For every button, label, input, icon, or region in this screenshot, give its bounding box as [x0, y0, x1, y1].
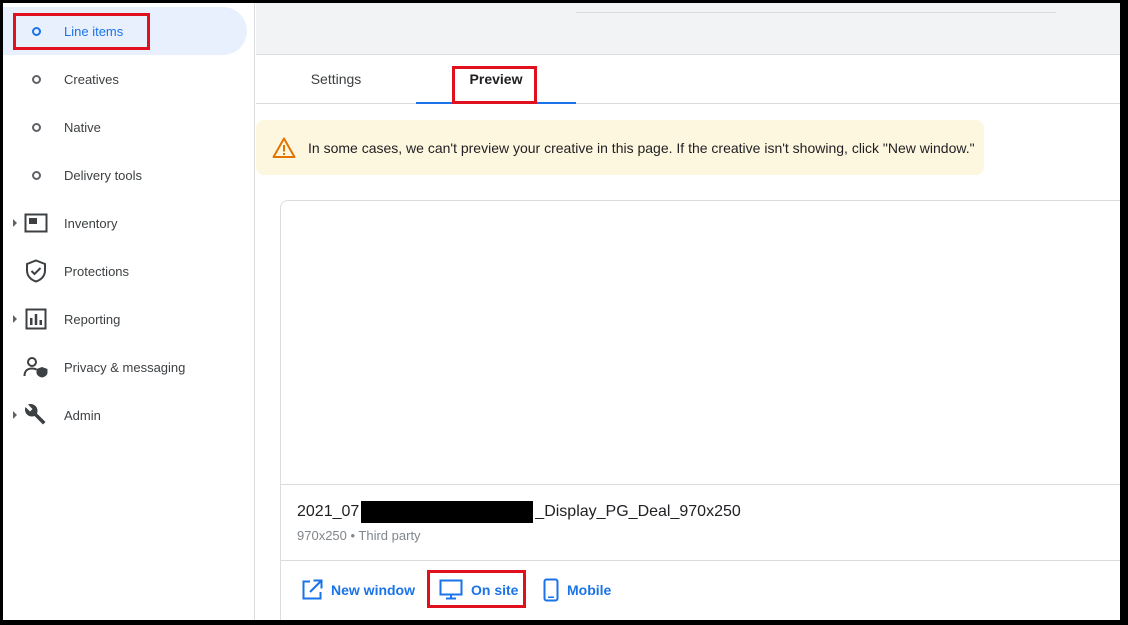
- on-site-label: On site: [471, 582, 519, 598]
- creative-name-suffix: _Display_PG_Deal_970x250: [535, 503, 741, 521]
- creative-name-prefix: 2021_07: [297, 503, 360, 521]
- sidebar-item-label: Creatives: [64, 71, 119, 87]
- new-window-button[interactable]: New window: [301, 572, 415, 608]
- wrench-icon: [23, 402, 49, 428]
- sidebar: Line items Creatives Native Delivery too…: [3, 3, 255, 620]
- circle-icon: [23, 18, 49, 44]
- sidebar-item-protections[interactable]: Protections: [3, 247, 247, 295]
- warning-icon: [272, 136, 296, 160]
- caret-right-icon[interactable]: [13, 411, 17, 419]
- sidebar-item-label: Admin: [64, 407, 101, 423]
- mobile-button[interactable]: Mobile: [543, 572, 611, 608]
- top-bar: [256, 3, 1120, 55]
- sidebar-item-label: Line items: [64, 23, 124, 39]
- tab-settings[interactable]: Settings: [256, 55, 416, 103]
- divider: [281, 560, 1120, 561]
- sidebar-item-delivery-tools[interactable]: Delivery tools: [3, 151, 247, 199]
- warning-text: In some cases, we can't preview your cre…: [308, 139, 975, 156]
- creative-name: 2021_07 _Display_PG_Deal_970x250: [297, 501, 741, 523]
- sidebar-item-label: Reporting: [64, 311, 121, 327]
- mobile-label: Mobile: [567, 582, 612, 598]
- creative-preview-card: 2021_07 _Display_PG_Deal_970x250 970x250 …: [280, 200, 1120, 620]
- app-frame: Line items Creatives Native Delivery too…: [3, 3, 1120, 620]
- sidebar-item-inventory[interactable]: Inventory: [3, 199, 247, 247]
- creative-meta: 970x250 • Third party: [297, 528, 421, 543]
- sidebar-item-label: Protections: [64, 263, 130, 279]
- person-shield-icon: [23, 354, 49, 380]
- caret-right-icon[interactable]: [13, 315, 17, 323]
- circle-icon: [23, 162, 49, 188]
- inventory-icon: [23, 210, 49, 236]
- redaction-bar: [361, 501, 534, 523]
- sidebar-item-privacy-messaging[interactable]: Privacy & messaging: [3, 343, 247, 391]
- shield-icon: [23, 258, 49, 284]
- circle-icon: [23, 114, 49, 140]
- tab-preview[interactable]: Preview: [416, 55, 576, 104]
- reporting-icon: [23, 306, 49, 332]
- sidebar-item-creatives[interactable]: Creatives: [3, 55, 247, 103]
- sidebar-item-label: Privacy & messaging: [64, 359, 186, 375]
- new-window-label: New window: [331, 582, 415, 598]
- sidebar-item-native[interactable]: Native: [3, 103, 247, 151]
- divider: [576, 12, 1056, 13]
- desktop-icon: [439, 579, 463, 600]
- sidebar-item-admin[interactable]: Admin: [3, 391, 247, 439]
- sidebar-item-label: Inventory: [64, 215, 118, 231]
- sidebar-item-reporting[interactable]: Reporting: [3, 295, 247, 343]
- caret-right-icon[interactable]: [13, 219, 17, 227]
- preview-area: [281, 201, 1120, 485]
- warning-banner: In some cases, we can't preview your cre…: [256, 120, 984, 175]
- sidebar-item-line-items[interactable]: Line items: [3, 7, 247, 55]
- sidebar-item-label: Native: [64, 119, 101, 135]
- circle-icon: [23, 66, 49, 92]
- tab-bar: Settings Preview: [256, 55, 1120, 104]
- smartphone-icon: [543, 578, 559, 602]
- on-site-button[interactable]: On site: [439, 572, 518, 608]
- open-in-new-icon: [302, 579, 323, 600]
- sidebar-item-label: Delivery tools: [64, 167, 143, 183]
